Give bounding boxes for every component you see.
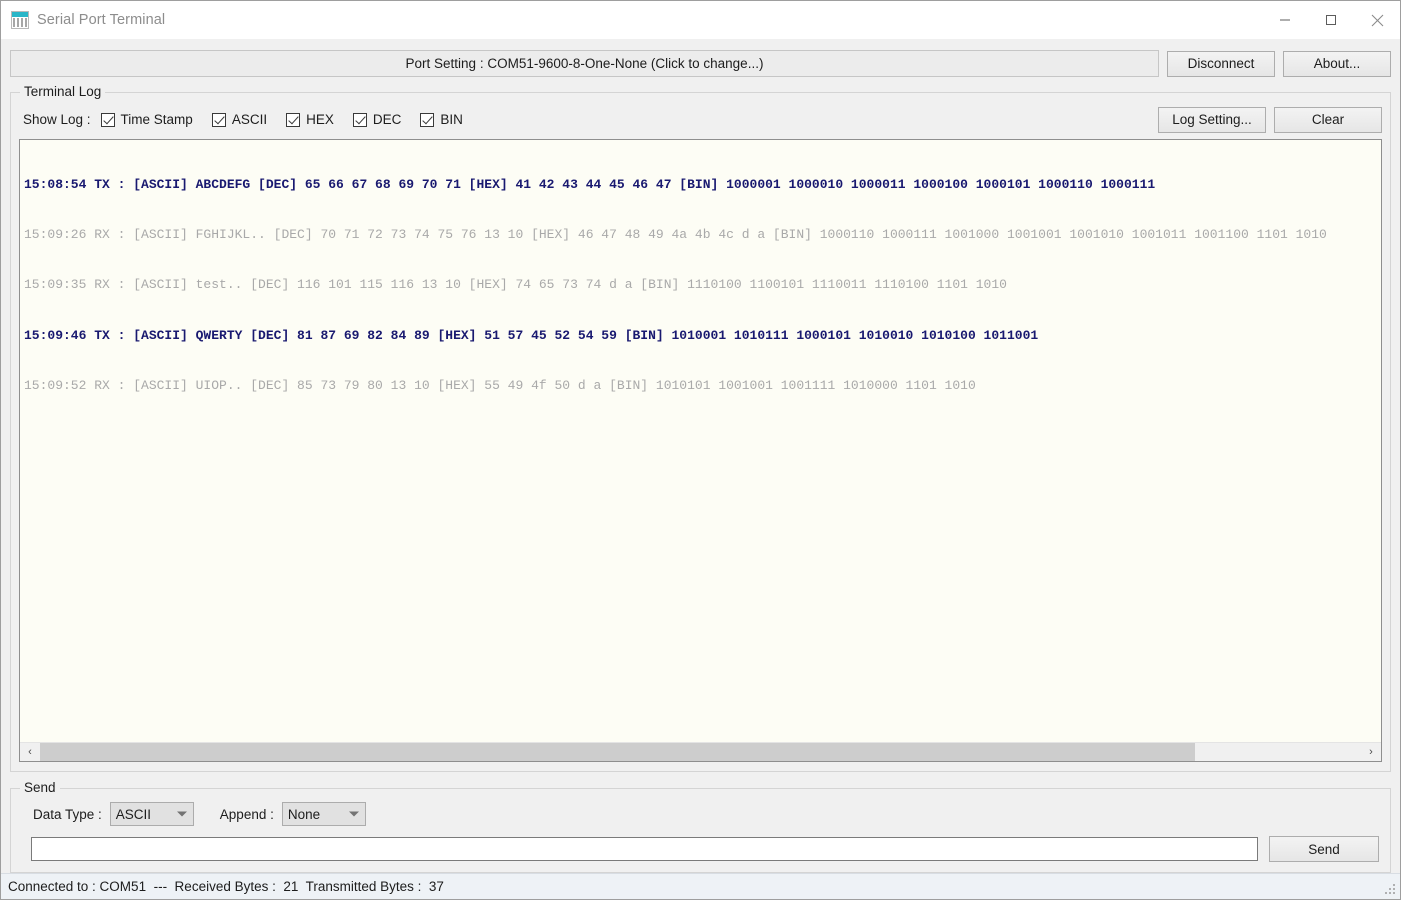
scrollbar-track[interactable] <box>40 743 1361 761</box>
serial-terminal-icon-body <box>13 18 27 27</box>
show-log-row: Show Log : Time Stamp ASCII HEX DEC BIN … <box>19 106 1382 133</box>
port-setting-button[interactable]: Port Setting : COM51-9600-8-One-None (Cl… <box>10 50 1159 77</box>
send-group-title: Send <box>20 780 60 795</box>
send-options-row: Data Type : ASCII Append : None <box>19 802 1382 826</box>
append-label: Append : <box>219 806 274 822</box>
chevron-down-icon <box>348 811 359 817</box>
log-line: 15:09:52 RX : [ASCII] UIOP.. [DEC] 85 73… <box>24 378 976 394</box>
log-setting-button[interactable]: Log Setting... <box>1158 106 1266 133</box>
checkbox-hex[interactable]: HEX <box>286 112 334 127</box>
horizontal-scrollbar[interactable]: ‹ › <box>20 742 1381 761</box>
send-input-row: Send <box>19 836 1382 862</box>
status-text: Connected to : COM51 --- Received Bytes … <box>8 879 444 894</box>
scroll-left-icon[interactable]: ‹ <box>20 743 40 761</box>
checkbox-dec-box[interactable] <box>352 112 367 127</box>
checkbox-ascii-box[interactable] <box>211 112 226 127</box>
send-input[interactable] <box>31 837 1258 861</box>
disconnect-button[interactable]: Disconnect <box>1167 50 1275 77</box>
window-title: Serial Port Terminal <box>37 12 166 28</box>
serial-terminal-icon <box>11 11 29 29</box>
title-bar: Serial Port Terminal <box>1 1 1400 39</box>
append-value: None <box>287 806 321 822</box>
checkbox-ascii-label: ASCII <box>231 112 268 127</box>
scroll-right-icon[interactable]: › <box>1361 743 1381 761</box>
log-actions: Log Setting... Clear <box>1158 106 1382 133</box>
show-log-label: Show Log : <box>23 112 91 127</box>
log-line: 15:09:35 RX : [ASCII] test.. [DEC] 116 1… <box>24 277 1007 293</box>
checkbox-time-stamp-label: Time Stamp <box>120 112 193 127</box>
checkbox-time-stamp[interactable]: Time Stamp <box>100 112 193 127</box>
send-button[interactable]: Send <box>1269 836 1379 862</box>
data-type-select[interactable]: ASCII <box>109 802 194 826</box>
scrollbar-thumb[interactable] <box>40 743 1195 761</box>
toolbar: Port Setting : COM51-9600-8-One-None (Cl… <box>10 50 1391 77</box>
checkbox-bin-box[interactable] <box>420 112 435 127</box>
close-icon[interactable] <box>1354 1 1400 39</box>
window-controls <box>1262 1 1400 39</box>
resize-grip[interactable] <box>1385 884 1397 896</box>
checkbox-time-stamp-box[interactable] <box>100 112 115 127</box>
terminal-log-group: Terminal Log Show Log : Time Stamp ASCII… <box>10 84 1391 772</box>
maximize-icon[interactable] <box>1308 1 1354 39</box>
send-group: Send Data Type : ASCII Append : None Sen… <box>10 780 1391 873</box>
serial-terminal-icon-accent <box>12 12 28 17</box>
data-type-value: ASCII <box>115 806 152 822</box>
checkbox-ascii[interactable]: ASCII <box>211 112 268 127</box>
checkbox-hex-box[interactable] <box>286 112 301 127</box>
about-button[interactable]: About... <box>1283 50 1391 77</box>
chevron-down-icon <box>176 811 187 817</box>
checkbox-dec[interactable]: DEC <box>352 112 402 127</box>
serial-port-terminal-window: Serial Port Terminal Port Setting : COM5… <box>0 0 1401 900</box>
status-bar: Connected to : COM51 --- Received Bytes … <box>1 873 1400 899</box>
log-line: 15:08:54 TX : [ASCII] ABCDEFG [DEC] 65 6… <box>24 176 1156 192</box>
terminal-log-group-title: Terminal Log <box>20 84 106 99</box>
client-area: Port Setting : COM51-9600-8-One-None (Cl… <box>1 39 1400 873</box>
clear-button[interactable]: Clear <box>1274 106 1382 133</box>
checkbox-bin-label: BIN <box>440 112 463 127</box>
checkbox-bin[interactable]: BIN <box>420 112 463 127</box>
terminal-log-output[interactable]: 15:08:54 TX : [ASCII] ABCDEFG [DEC] 65 6… <box>19 139 1382 762</box>
minimize-icon[interactable] <box>1262 1 1308 39</box>
append-select[interactable]: None <box>281 802 366 826</box>
data-type-label: Data Type : <box>33 806 102 822</box>
checkbox-dec-label: DEC <box>372 112 402 127</box>
log-line: 15:09:46 TX : [ASCII] QWERTY [DEC] 81 87… <box>24 327 1039 343</box>
log-line: 15:09:26 RX : [ASCII] FGHIJKL.. [DEC] 70… <box>24 226 1327 242</box>
checkbox-hex-label: HEX <box>306 112 334 127</box>
terminal-log-text[interactable]: 15:08:54 TX : [ASCII] ABCDEFG [DEC] 65 6… <box>20 140 1381 742</box>
